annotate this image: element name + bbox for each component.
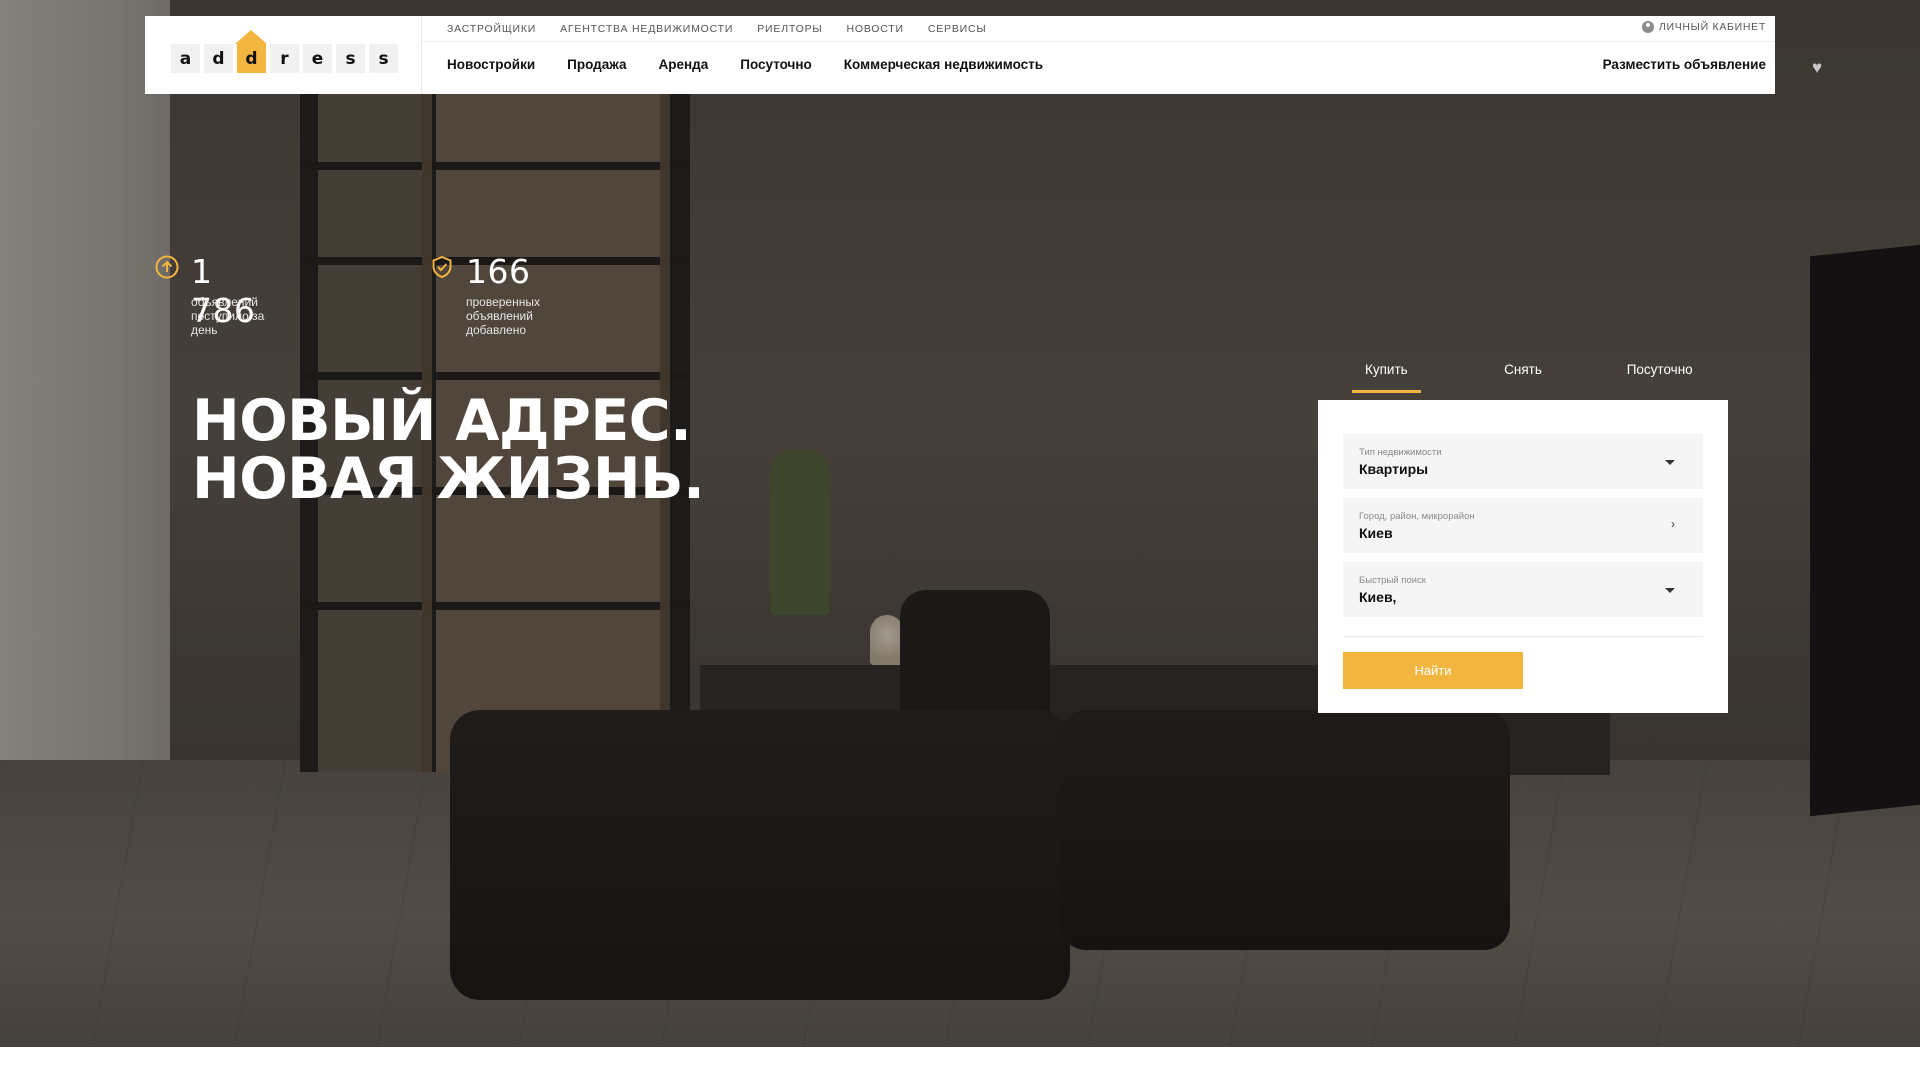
search-tabs: Купить Снять Посуточно bbox=[1318, 350, 1728, 393]
mainnav-sale[interactable]: Продажа bbox=[567, 57, 626, 72]
logo-letter: d bbox=[245, 48, 258, 69]
chevron-down-icon bbox=[1665, 460, 1675, 465]
logo-letter: s bbox=[369, 44, 398, 73]
favorites-heart-icon[interactable]: ♥ bbox=[1812, 58, 1822, 78]
logo-letter: r bbox=[270, 44, 299, 73]
search-panel: Тип недвижимости Квартиры Город, район, … bbox=[1318, 400, 1728, 713]
property-type-value: Квартиры bbox=[1359, 461, 1429, 477]
location-select[interactable]: Город, район, микрорайон Киев › bbox=[1343, 498, 1703, 553]
site-header: a d d r e s s ЗАСТРОЙЩИКИ АГЕНТСТВА НЕДВ… bbox=[145, 16, 1822, 94]
find-button[interactable]: Найти bbox=[1343, 652, 1523, 689]
topnav-services[interactable]: СЕРВИСЫ bbox=[928, 23, 987, 35]
personal-cabinet-label: ЛИЧНЫЙ КАБИНЕТ bbox=[1658, 21, 1766, 33]
main-nav: Новостройки Продажа Аренда Посуточно Ком… bbox=[447, 57, 1075, 72]
stat-verified-number: 166 bbox=[466, 252, 531, 291]
location-value: Киев bbox=[1359, 525, 1393, 541]
topnav-news[interactable]: НОВОСТИ bbox=[847, 23, 904, 35]
tab-rent[interactable]: Снять bbox=[1455, 350, 1592, 393]
mainnav-commercial[interactable]: Коммерческая недвижимость bbox=[844, 57, 1043, 72]
mainnav-daily[interactable]: Посуточно bbox=[740, 57, 812, 72]
logo-roof-icon bbox=[235, 30, 267, 44]
logo-letter-highlight: d bbox=[235, 30, 267, 73]
site-logo[interactable]: a d d r e s s bbox=[171, 30, 398, 73]
location-label: Город, район, микрорайон bbox=[1359, 511, 1475, 522]
logo-cell: a d d r e s s bbox=[145, 16, 422, 94]
top-nav: ЗАСТРОЙЩИКИ АГЕНТСТВА НЕДВИЖИМОСТИ РИЕЛТ… bbox=[422, 16, 1775, 42]
logo-letter: s bbox=[336, 44, 365, 73]
headline-line-1: НОВЫЙ АДРЕС. bbox=[192, 388, 692, 454]
user-icon bbox=[1641, 21, 1654, 33]
nav-area: ЗАСТРОЙЩИКИ АГЕНТСТВА НЕДВИЖИМОСТИ РИЕЛТ… bbox=[422, 16, 1822, 94]
stat-verified-desc: проверенных объявлений добавлено bbox=[466, 295, 540, 337]
arrow-up-circle-icon bbox=[155, 255, 179, 279]
shield-check-icon bbox=[432, 255, 452, 279]
tab-buy[interactable]: Купить bbox=[1318, 350, 1455, 393]
quick-search-value: Киев, bbox=[1359, 589, 1397, 605]
logo-letter: a bbox=[171, 44, 200, 73]
topnav-agencies[interactable]: АГЕНТСТВА НЕДВИЖИМОСТИ bbox=[560, 23, 733, 35]
personal-cabinet-link[interactable]: ЛИЧНЫЙ КАБИНЕТ bbox=[1641, 21, 1766, 33]
mainnav-rent[interactable]: Аренда bbox=[659, 57, 709, 72]
logo-letter: d bbox=[204, 44, 233, 73]
chevron-right-icon: › bbox=[1671, 517, 1675, 531]
quick-search-label: Быстрый поиск bbox=[1359, 575, 1426, 586]
headline-line-2: НОВАЯ ЖИЗНЬ. bbox=[192, 446, 705, 512]
topnav-developers[interactable]: ЗАСТРОЙЩИКИ bbox=[447, 23, 536, 35]
chevron-down-icon bbox=[1665, 588, 1675, 593]
tab-daily[interactable]: Посуточно bbox=[1591, 350, 1728, 393]
post-ad-link[interactable]: Разместить объявление bbox=[1603, 57, 1766, 72]
panel-divider bbox=[1343, 636, 1703, 637]
property-type-select[interactable]: Тип недвижимости Квартиры bbox=[1343, 434, 1703, 489]
mainnav-new-buildings[interactable]: Новостройки bbox=[447, 57, 535, 72]
stat-daily-desc: объявлений поступило за день bbox=[191, 295, 265, 337]
topnav-realtors[interactable]: РИЕЛТОРЫ bbox=[757, 23, 822, 35]
hero-headline: НОВЫЙ АДРЕС. НОВАЯ ЖИЗНЬ. bbox=[192, 388, 705, 512]
quick-search-select[interactable]: Быстрый поиск Киев, bbox=[1343, 562, 1703, 617]
property-type-label: Тип недвижимости bbox=[1359, 447, 1442, 458]
logo-letter: e bbox=[303, 44, 332, 73]
